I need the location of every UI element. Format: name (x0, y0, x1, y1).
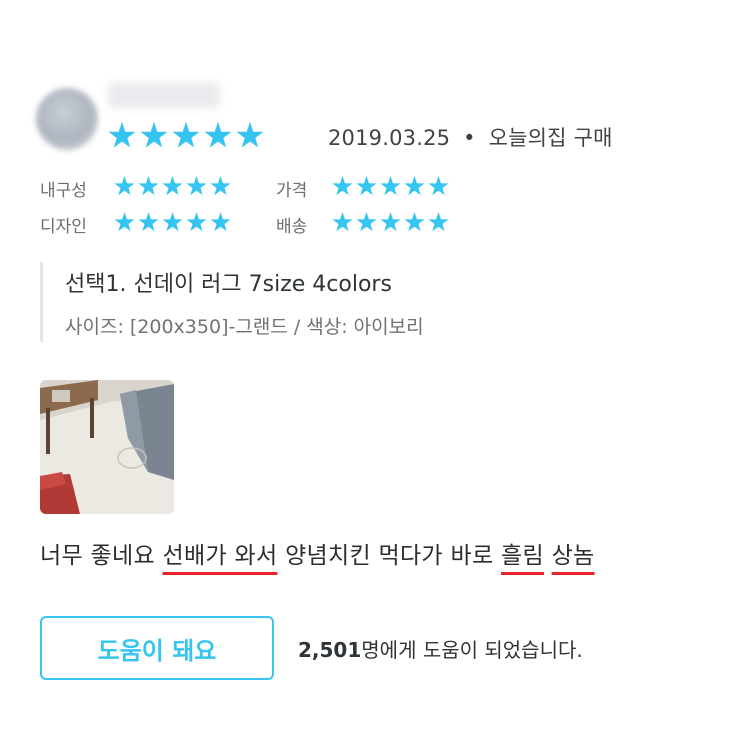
star-icon (404, 176, 425, 196)
star-icon (356, 212, 377, 232)
review-body: 너무 좋네요 선배가 와서 양념치킨 먹다가 바로 흘림 상놈 (40, 536, 595, 570)
sub-rating-stars-durability (114, 176, 231, 197)
reviewer-avatar (36, 88, 98, 150)
star-icon (114, 176, 135, 196)
helpful-count-number: 2,501 (298, 638, 362, 662)
star-icon (204, 122, 232, 148)
star-icon (108, 122, 136, 148)
star-icon (186, 212, 207, 232)
review-text-segment: 너무 좋네요 (40, 543, 163, 569)
star-icon (210, 176, 231, 196)
sub-rating-stars-delivery (332, 212, 449, 233)
star-icon (162, 176, 183, 196)
rug-photo-image (40, 380, 174, 514)
review-date: 2019.03.25 (328, 126, 451, 150)
helpful-button[interactable]: 도움이 돼요 (40, 616, 274, 680)
star-icon (332, 176, 353, 196)
star-icon (138, 176, 159, 196)
star-icon (172, 122, 200, 148)
review-photo-thumbnail[interactable] (40, 380, 174, 514)
review-text-segment-underlined: 상놈 (551, 543, 595, 569)
star-icon (404, 212, 425, 232)
review-text-segment-underlined: 흘림 (501, 543, 544, 569)
sub-rating-label-delivery: 배송 (276, 217, 308, 237)
star-icon (114, 212, 135, 232)
sub-rating-stars-design (114, 212, 231, 233)
meta-separator: • (463, 126, 476, 150)
sub-rating-label-design: 디자인 (40, 217, 87, 237)
sub-rating-label-price: 가격 (276, 181, 308, 201)
reviewer-name-blurred (108, 82, 220, 108)
option-title: 선택1. 선데이 러그 7size 4colors (65, 272, 392, 297)
helpful-count-suffix: 명에게 도움이 되었습니다. (361, 638, 583, 662)
star-icon (332, 212, 353, 232)
option-detail: 사이즈: [200x350]-그랜드 / 색상: 아이보리 (65, 316, 424, 338)
review-text-segment (544, 543, 552, 569)
star-icon (186, 176, 207, 196)
purchase-source: 오늘의집 구매 (488, 126, 613, 150)
star-icon (428, 176, 449, 196)
review-text-segment: 양념치킨 먹다가 바로 (277, 543, 502, 569)
review-meta: 2019.03.25 • 오늘의집 구매 (328, 122, 613, 152)
star-icon (356, 176, 377, 196)
purchased-option: 선택1. 선데이 러그 7size 4colors 사이즈: [200x350]… (40, 262, 424, 342)
star-icon (162, 212, 183, 232)
overall-rating-stars (108, 122, 264, 150)
star-icon (428, 212, 449, 232)
helpful-count: 2,501명에게 도움이 되었습니다. (298, 634, 583, 663)
star-icon (236, 122, 264, 148)
star-icon (138, 212, 159, 232)
star-icon (210, 212, 231, 232)
star-icon (140, 122, 168, 148)
star-icon (380, 176, 401, 196)
star-icon (380, 212, 401, 232)
review-text-segment-underlined: 선배가 와서 (162, 543, 278, 569)
sub-rating-stars-price (332, 176, 449, 197)
sub-rating-label-durability: 내구성 (40, 181, 87, 201)
